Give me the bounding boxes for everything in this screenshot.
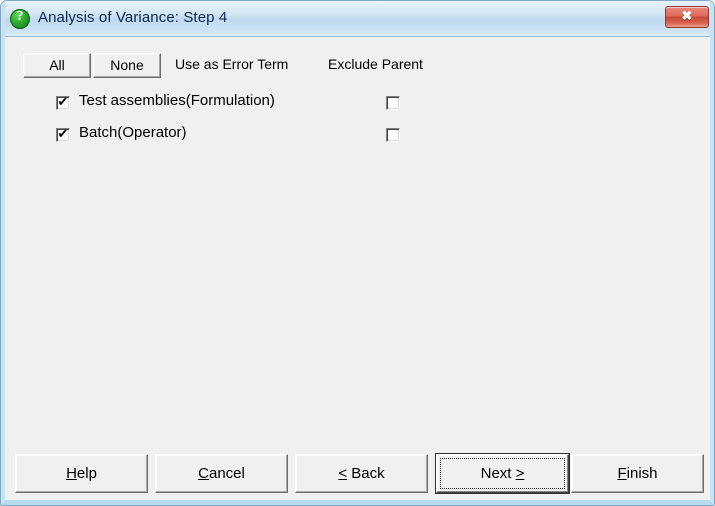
select-all-button[interactable]: All <box>23 53 91 78</box>
close-button[interactable]: ✖ <box>665 6 709 28</box>
checkbox-use-as-error-term[interactable]: ✔ <box>56 94 70 110</box>
question-mark-icon: ? <box>10 9 30 29</box>
checkmark-icon: ✔ <box>57 126 69 141</box>
cancel-button-label: Cancel <box>198 465 245 482</box>
term-list: ✔ Test assemblies(Formulation) ✔ Batch(O… <box>23 89 683 153</box>
term-label: Batch(Operator) <box>79 124 187 141</box>
column-header-exclude-parent: Exclude Parent <box>328 56 423 72</box>
finish-button-label: Finish <box>617 465 658 482</box>
checkbox-exclude-parent[interactable] <box>386 128 400 142</box>
checkbox-exclude-parent[interactable] <box>386 96 400 110</box>
finish-button[interactable]: Finish <box>571 454 704 493</box>
dialog-button-bar: Help Cancel < Back Next > Finish <box>5 445 712 502</box>
term-label: Test assemblies(Formulation) <box>79 92 275 109</box>
close-icon: ✖ <box>681 8 693 23</box>
checkbox-use-as-error-term[interactable]: ✔ <box>56 126 70 142</box>
help-button-label: Help <box>66 465 97 482</box>
dialog-client-area: All None Use as Error Term Exclude Paren… <box>5 37 712 502</box>
back-button-label: < Back <box>338 465 385 482</box>
next-button[interactable]: Next > <box>436 454 569 493</box>
back-button[interactable]: < Back <box>295 454 428 493</box>
table-row: ✔ Test assemblies(Formulation) <box>23 89 683 121</box>
cancel-button[interactable]: Cancel <box>155 454 288 493</box>
window-title: Analysis of Variance: Step 4 <box>38 9 228 26</box>
table-row: ✔ Batch(Operator) <box>23 121 683 153</box>
select-none-button[interactable]: None <box>93 53 161 78</box>
column-header-use-as-error-term: Use as Error Term <box>175 56 289 72</box>
help-button[interactable]: Help <box>15 454 148 493</box>
title-bar: ? Analysis of Variance: Step 4 ✖ <box>1 1 714 37</box>
question-mark-glyph: ? <box>16 9 24 24</box>
checkmark-icon: ✔ <box>57 94 69 109</box>
dialog-window: ? Analysis of Variance: Step 4 ✖ All Non… <box>0 0 715 506</box>
next-button-label: Next > <box>480 465 525 482</box>
